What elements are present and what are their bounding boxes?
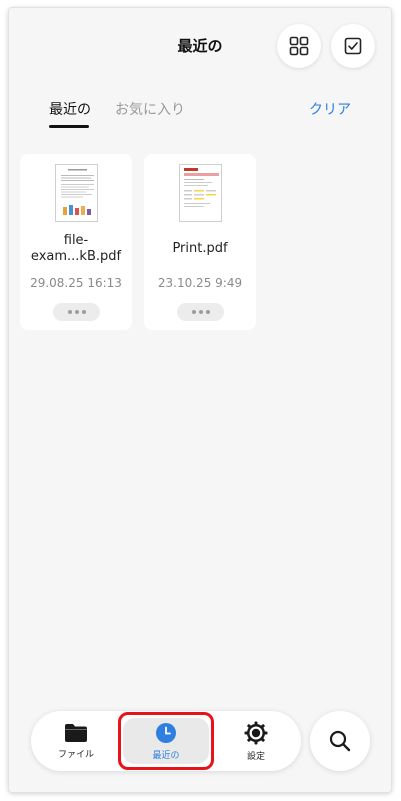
more-options-button[interactable] xyxy=(177,303,224,321)
select-button[interactable] xyxy=(331,24,375,68)
more-dot-icon xyxy=(191,310,196,314)
tabbar-settings[interactable]: 設定 xyxy=(211,711,301,771)
file-name-line: file- xyxy=(63,233,89,248)
more-dot-icon xyxy=(198,310,203,314)
tabbar-files-label: ファイル xyxy=(57,749,94,760)
folder-icon xyxy=(65,723,87,742)
more-dot-icon xyxy=(81,310,86,314)
gear-icon xyxy=(244,721,268,744)
more-dot-icon xyxy=(74,310,79,314)
file-name-line: exam...kB.pdf xyxy=(30,249,122,264)
more-dot-icon xyxy=(67,310,72,314)
file-card[interactable]: file- exam...kB.pdf 29.08.25 16:13 xyxy=(20,154,132,330)
document-preview-icon xyxy=(61,169,94,215)
tab-recent[interactable]: 最近の xyxy=(49,99,91,119)
more-options-button[interactable] xyxy=(53,303,100,321)
file-card[interactable]: Print.pdf 23.10.25 9:49 xyxy=(144,154,256,330)
tabbar-files[interactable]: ファイル xyxy=(31,711,121,771)
document-preview-icon xyxy=(184,168,219,207)
file-name: Print.pdf xyxy=(172,241,228,256)
tab-recent-indicator xyxy=(49,125,89,128)
tabbar-settings-label: 設定 xyxy=(246,751,265,762)
file-date: 23.10.25 9:49 xyxy=(157,276,243,290)
clear-button[interactable]: クリア xyxy=(309,99,351,119)
search-icon xyxy=(329,730,351,752)
file-thumbnail xyxy=(55,164,98,222)
file-date: 29.08.25 16:13 xyxy=(30,276,122,290)
grid-view-button[interactable] xyxy=(277,24,321,68)
file-thumbnail xyxy=(179,164,222,222)
app-screen: 最近の 最近の お気に入り クリア file- exam...kB.pdf 29… xyxy=(9,8,391,792)
grid-icon xyxy=(289,36,309,56)
tab-favorites[interactable]: お気に入り xyxy=(115,99,185,119)
file-name: file- exam...kB.pdf xyxy=(24,233,128,265)
checkbox-icon xyxy=(344,37,362,55)
highlight-box xyxy=(118,712,214,770)
search-button[interactable] xyxy=(310,711,370,771)
more-dot-icon xyxy=(205,310,210,314)
